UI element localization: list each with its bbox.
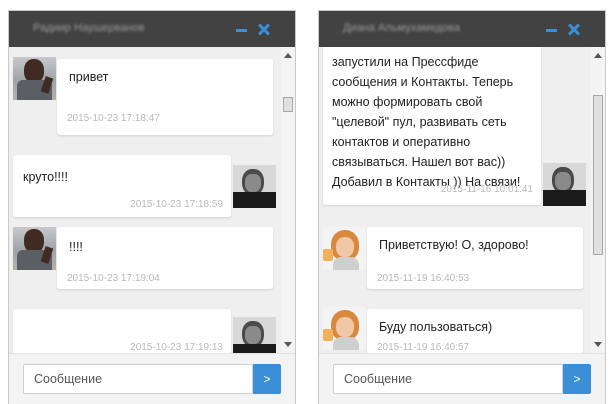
message-bubble: привет 2015-10-23 17:18:47 [57,59,273,135]
scrollbar[interactable] [281,47,295,353]
message-time: 2015-11-19 16:40:53 [377,273,470,284]
message-bubble: !!!! 2015-10-23 17:19:04 [57,227,273,289]
message-bubble: запустили на Прессфиде сообщения и Конта… [323,47,541,205]
message-time: 2015-10-23 17:19:13 [130,342,223,353]
message-text: Приветствую! О, здорово! [379,238,529,252]
scroll-down-arrow-icon[interactable] [594,342,602,347]
message-bubble: круто!!!! 2015-10-23 17:18:59 [13,155,231,217]
contact-avatar [13,227,56,270]
message-text: привет [69,70,109,84]
message-line: можно формировать свой [332,95,483,109]
message-time: 2015-10-23 17:18:47 [67,113,160,124]
message-bubble: Приветствую! О, здорово! 2015-11-19 16:4… [367,227,583,289]
message-time: 2015-11-19 16:40:57 [377,342,470,353]
message-text: !!!! [69,240,83,254]
contact-avatar [323,227,366,270]
self-avatar [543,163,586,206]
message-time: 2015-10-23 17:18:59 [130,199,223,210]
chat-window-left: Радиир Наушерванов привет 2015-10-23 17:… [8,10,296,404]
minimize-icon[interactable] [235,23,249,37]
message-line: связываться. Нашел вот вас)) [332,155,506,169]
message-time: 2015-10-23 17:19:04 [67,273,160,284]
send-button[interactable]: > [253,364,281,394]
scroll-up-arrow-icon[interactable] [594,53,602,58]
message-line: контактов и оперативно [332,135,471,149]
contact-avatar [323,307,366,350]
scroll-down-arrow-icon[interactable] [284,342,292,347]
close-icon[interactable] [257,23,271,37]
message-line: сообщения и Контакты. Теперь [332,75,514,89]
message-bubble: 2015-10-23 17:19:13 [13,309,231,353]
message-text: Буду пользоваться) [379,320,493,334]
self-avatar [233,165,276,208]
chat-header: Диана Альмухамедова [319,11,605,47]
send-button[interactable]: > [563,364,591,394]
scroll-thumb[interactable] [593,95,603,255]
message-line: запустили на Прессфиде [332,55,479,69]
message-text: круто!!!! [23,170,68,184]
message-bubble: Буду пользоваться) 2015-11-19 16:40:57 [367,309,583,353]
message-list[interactable]: привет 2015-10-23 17:18:47 круто!!!! 201… [9,47,281,353]
message-input[interactable] [23,364,253,394]
chat-title: Диана Альмухамедова [343,22,460,34]
chat-footer: > [319,353,605,404]
scroll-thumb[interactable] [283,97,293,112]
message-text: запустили на Прессфиде сообщения и Конта… [332,52,520,192]
minimize-icon[interactable] [545,23,559,37]
message-time: 2015-11-16 10:01:41 [440,184,533,195]
chat-header: Радиир Наушерванов [9,11,295,47]
chat-title: Радиир Наушерванов [33,22,145,34]
close-icon[interactable] [567,23,581,37]
scroll-up-arrow-icon[interactable] [284,53,292,58]
message-list[interactable]: запустили на Прессфиде сообщения и Конта… [319,47,591,353]
scrollbar[interactable] [591,47,605,353]
message-input[interactable] [333,364,563,394]
chat-window-right: Диана Альмухамедова запустили на Прессфи… [318,10,606,404]
chat-footer: > [9,353,295,404]
contact-avatar [13,57,56,100]
message-line: "целевой" пул, развивать сеть [332,115,507,129]
self-avatar [233,317,276,353]
